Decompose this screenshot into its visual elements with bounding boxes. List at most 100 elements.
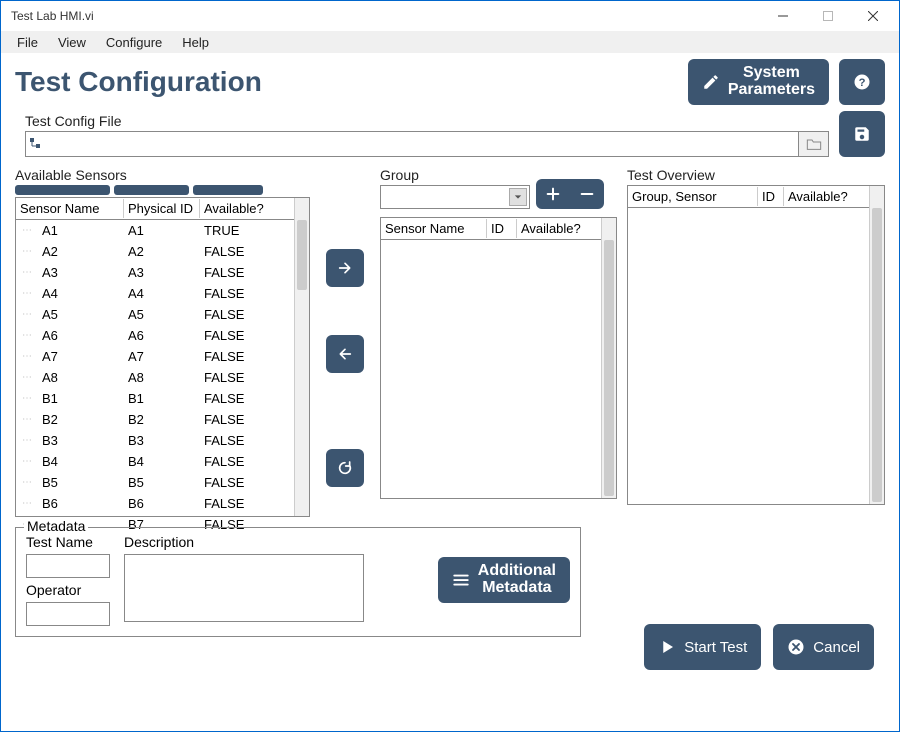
- minimize-button[interactable]: [760, 1, 805, 31]
- cell-avail: FALSE: [200, 349, 248, 364]
- close-button[interactable]: [850, 1, 895, 31]
- table-row[interactable]: ⋯A1A1TRUE: [16, 220, 309, 241]
- cell-name: B5: [38, 475, 124, 490]
- pencil-icon: [702, 73, 720, 91]
- col-group-avail[interactable]: Available?: [517, 219, 587, 238]
- col-sensor-name[interactable]: Sensor Name: [16, 199, 124, 218]
- menu-configure[interactable]: Configure: [96, 33, 172, 52]
- menu-view[interactable]: View: [48, 33, 96, 52]
- table-row[interactable]: ⋯A4A4FALSE: [16, 283, 309, 304]
- cell-name: A7: [38, 349, 124, 364]
- cell-pid: A8: [124, 370, 200, 385]
- cell-pid: B2: [124, 412, 200, 427]
- col-group-name[interactable]: Sensor Name: [381, 219, 487, 238]
- browse-button[interactable]: [799, 131, 829, 157]
- arrow-left-icon: [337, 346, 353, 362]
- start-test-button[interactable]: Start Test: [644, 624, 761, 670]
- cell-name: B1: [38, 391, 124, 406]
- overview-label: Test Overview: [627, 167, 885, 183]
- svg-text:?: ?: [859, 77, 866, 89]
- cell-pid: A5: [124, 307, 200, 322]
- cell-name: A2: [38, 244, 124, 259]
- tree-branch-icon: ⋯: [16, 372, 38, 383]
- cell-pid: A4: [124, 286, 200, 301]
- col-physical-id[interactable]: Physical ID: [124, 199, 200, 218]
- group-select[interactable]: [380, 185, 530, 209]
- table-row[interactable]: ⋯B2B2FALSE: [16, 409, 309, 430]
- table-row[interactable]: ⋯A3A3FALSE: [16, 262, 309, 283]
- cell-avail: FALSE: [200, 286, 248, 301]
- column-tabs[interactable]: [15, 185, 310, 195]
- col-overview-gs[interactable]: Group, Sensor: [628, 187, 758, 206]
- arrow-right-icon: [337, 260, 353, 276]
- refresh-button[interactable]: [326, 449, 364, 487]
- cell-avail: FALSE: [200, 244, 248, 259]
- col-overview-avail[interactable]: Available?: [784, 187, 858, 206]
- operator-input[interactable]: [26, 602, 110, 626]
- description-input[interactable]: [124, 554, 364, 622]
- cell-pid: B3: [124, 433, 200, 448]
- tree-branch-icon: ⋯: [16, 435, 38, 446]
- tree-branch-icon: ⋯: [16, 330, 38, 341]
- table-row[interactable]: ⋯B5B5FALSE: [16, 472, 309, 493]
- sensors-table: Sensor Name Physical ID Available? ⋯A1A1…: [15, 197, 310, 517]
- help-button[interactable]: ?: [839, 59, 885, 105]
- maximize-button[interactable]: [805, 1, 850, 31]
- table-row[interactable]: ⋯A7A7FALSE: [16, 346, 309, 367]
- cell-avail: FALSE: [200, 265, 248, 280]
- play-icon: [658, 638, 676, 656]
- save-button[interactable]: [839, 111, 885, 157]
- cell-pid: A2: [124, 244, 200, 259]
- cell-avail: FALSE: [200, 454, 248, 469]
- cell-avail: FALSE: [200, 307, 248, 322]
- system-parameters-button[interactable]: SystemParameters: [688, 59, 829, 105]
- table-row[interactable]: ⋯A6A6FALSE: [16, 325, 309, 346]
- table-row[interactable]: ⋯A8A8FALSE: [16, 367, 309, 388]
- table-row[interactable]: ⋯A2A2FALSE: [16, 241, 309, 262]
- chevron-down-icon: [509, 188, 527, 206]
- minus-icon: [579, 186, 595, 202]
- testname-label: Test Name: [26, 534, 110, 550]
- col-group-id[interactable]: ID: [487, 219, 517, 238]
- cell-avail: TRUE: [200, 223, 243, 238]
- table-row[interactable]: ⋯B1B1FALSE: [16, 388, 309, 409]
- cell-pid: A3: [124, 265, 200, 280]
- table-row[interactable]: ⋯B3B3FALSE: [16, 430, 309, 451]
- cell-name: B3: [38, 433, 124, 448]
- path-icon: [30, 138, 42, 150]
- col-overview-id[interactable]: ID: [758, 187, 784, 206]
- cell-name: B4: [38, 454, 124, 469]
- metadata-panel: Metadata Test Name Operator Description …: [15, 527, 581, 637]
- table-row[interactable]: ⋯A5A5FALSE: [16, 304, 309, 325]
- tree-branch-icon: ⋯: [16, 351, 38, 362]
- cell-name: A4: [38, 286, 124, 301]
- page-title: Test Configuration: [15, 66, 688, 98]
- cell-name: B2: [38, 412, 124, 427]
- col-available[interactable]: Available?: [200, 199, 278, 218]
- additional-metadata-button[interactable]: AdditionalMetadata: [438, 557, 570, 603]
- menu-file[interactable]: File: [7, 33, 48, 52]
- cancel-button[interactable]: Cancel: [773, 624, 874, 670]
- cell-avail: FALSE: [200, 496, 248, 511]
- file-path-input[interactable]: [25, 131, 799, 157]
- remove-group-button[interactable]: [570, 179, 604, 209]
- overview-scrollbar[interactable]: [869, 186, 884, 504]
- add-to-group-button[interactable]: [326, 249, 364, 287]
- cell-pid: B6: [124, 496, 200, 511]
- menu-help[interactable]: Help: [172, 33, 219, 52]
- add-group-button[interactable]: [536, 179, 570, 209]
- sensors-scrollbar[interactable]: [294, 198, 309, 516]
- cell-pid: B4: [124, 454, 200, 469]
- testname-input[interactable]: [26, 554, 110, 578]
- tree-branch-icon: ⋯: [16, 246, 38, 257]
- titlebar: Test Lab HMI.vi: [1, 1, 899, 31]
- table-row[interactable]: ⋯B6B6FALSE: [16, 493, 309, 514]
- file-label: Test Config File: [25, 113, 829, 129]
- remove-from-group-button[interactable]: [326, 335, 364, 373]
- save-icon: [853, 125, 871, 143]
- tree-branch-icon: ⋯: [16, 414, 38, 425]
- cell-name: A3: [38, 265, 124, 280]
- table-row[interactable]: ⋯B4B4FALSE: [16, 451, 309, 472]
- cell-pid: A7: [124, 349, 200, 364]
- group-scrollbar[interactable]: [601, 218, 616, 498]
